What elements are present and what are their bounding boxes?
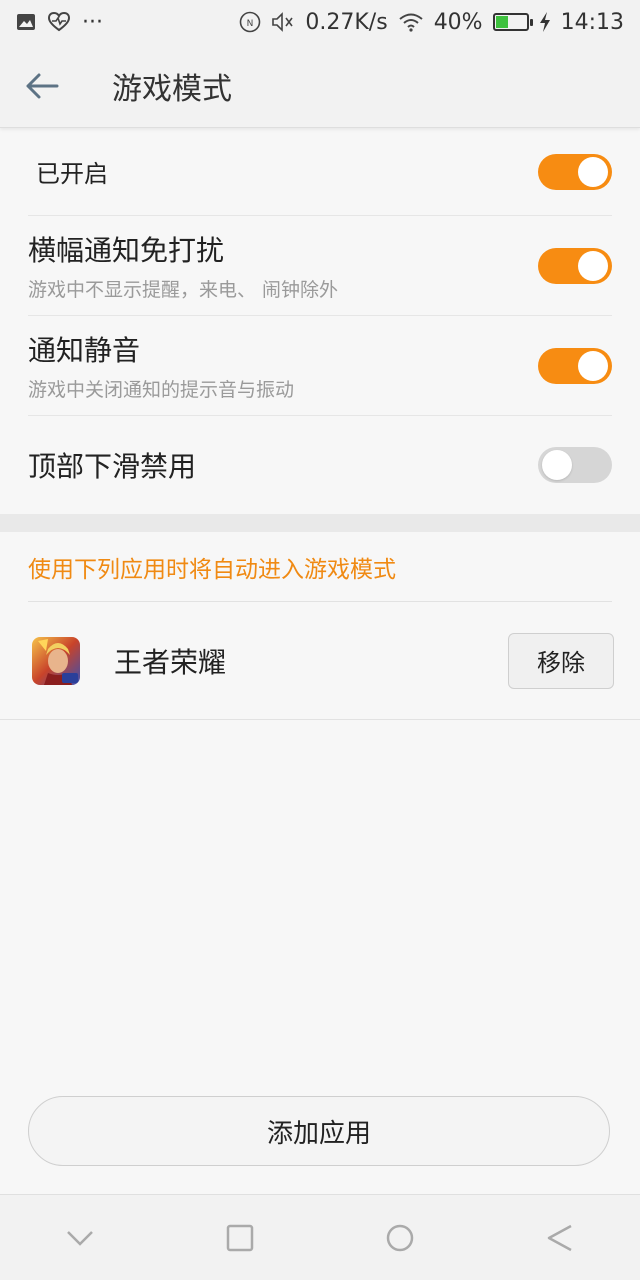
game-app-icon xyxy=(32,636,80,685)
status-bar: ··· N 0.27K/s 40% 14:13 xyxy=(0,0,640,44)
square-recent-icon xyxy=(226,1224,254,1251)
game-mode-toggle[interactable] xyxy=(538,153,612,190)
back-arrow-icon xyxy=(26,73,59,98)
wifi-icon xyxy=(398,12,424,32)
toggle-knob xyxy=(542,450,572,480)
setting-title: 顶部下滑禁用 xyxy=(28,450,197,483)
remove-app-button[interactable]: 移除 xyxy=(508,632,614,689)
battery-percent: 40% xyxy=(433,9,483,35)
setting-row-top-swipe-disable[interactable]: 顶部下滑禁用 xyxy=(28,416,612,514)
setting-subtitle: 游戏中不显示提醒，来电、 闹钟除外 xyxy=(28,279,339,301)
top-swipe-disable-toggle[interactable] xyxy=(538,447,612,483)
setting-row-enabled[interactable]: 已开启 xyxy=(28,128,612,216)
charging-bolt-icon xyxy=(539,12,551,32)
notification-mute-toggle[interactable] xyxy=(538,347,612,384)
chevron-down-icon xyxy=(67,1230,93,1246)
setting-title: 横幅通知免打扰 xyxy=(28,234,225,267)
battery-icon xyxy=(492,13,533,31)
setting-row-notification-mute[interactable]: 通知静音 游戏中关闭通知的提示音与振动 xyxy=(28,316,612,416)
heart-pulse-icon xyxy=(48,12,70,32)
clock: 14:13 xyxy=(560,9,624,35)
back-button[interactable] xyxy=(0,44,84,128)
app-name: 王者荣耀 xyxy=(114,645,227,679)
nav-recents-button[interactable] xyxy=(200,1198,280,1278)
title-bar: 游戏模式 xyxy=(0,44,640,128)
back-triangle-icon xyxy=(547,1224,572,1251)
more-icon: ··· xyxy=(82,9,103,35)
toggle-knob xyxy=(578,350,608,381)
setting-row-banner-dnd[interactable]: 横幅通知免打扰 游戏中不显示提醒，来电、 闹钟除外 xyxy=(28,216,612,316)
setting-subtitle: 游戏中关闭通知的提示音与振动 xyxy=(28,379,295,401)
nav-back-button[interactable] xyxy=(520,1198,600,1278)
circle-home-icon xyxy=(386,1224,414,1251)
network-speed: 0.27K/s xyxy=(305,9,388,35)
mute-icon xyxy=(271,11,295,33)
toggle-knob xyxy=(578,250,608,281)
setting-title: 通知静音 xyxy=(28,334,141,367)
section-divider xyxy=(0,514,640,532)
app-list-item: 王者荣耀 移除 xyxy=(0,602,640,720)
navigation-bar xyxy=(0,1194,640,1280)
add-app-button[interactable]: 添加应用 xyxy=(28,1096,610,1166)
nav-home-button[interactable] xyxy=(360,1198,440,1278)
nav-hide-button[interactable] xyxy=(40,1198,120,1278)
banner-dnd-toggle[interactable] xyxy=(538,247,612,284)
svg-text:N: N xyxy=(247,19,254,29)
setting-title: 已开启 xyxy=(36,160,108,188)
image-icon xyxy=(16,13,36,31)
toggle-knob xyxy=(578,156,608,187)
page-title: 游戏模式 xyxy=(112,71,232,107)
nfc-icon: N xyxy=(239,11,261,33)
section-header: 使用下列应用时将自动进入游戏模式 xyxy=(28,532,612,602)
